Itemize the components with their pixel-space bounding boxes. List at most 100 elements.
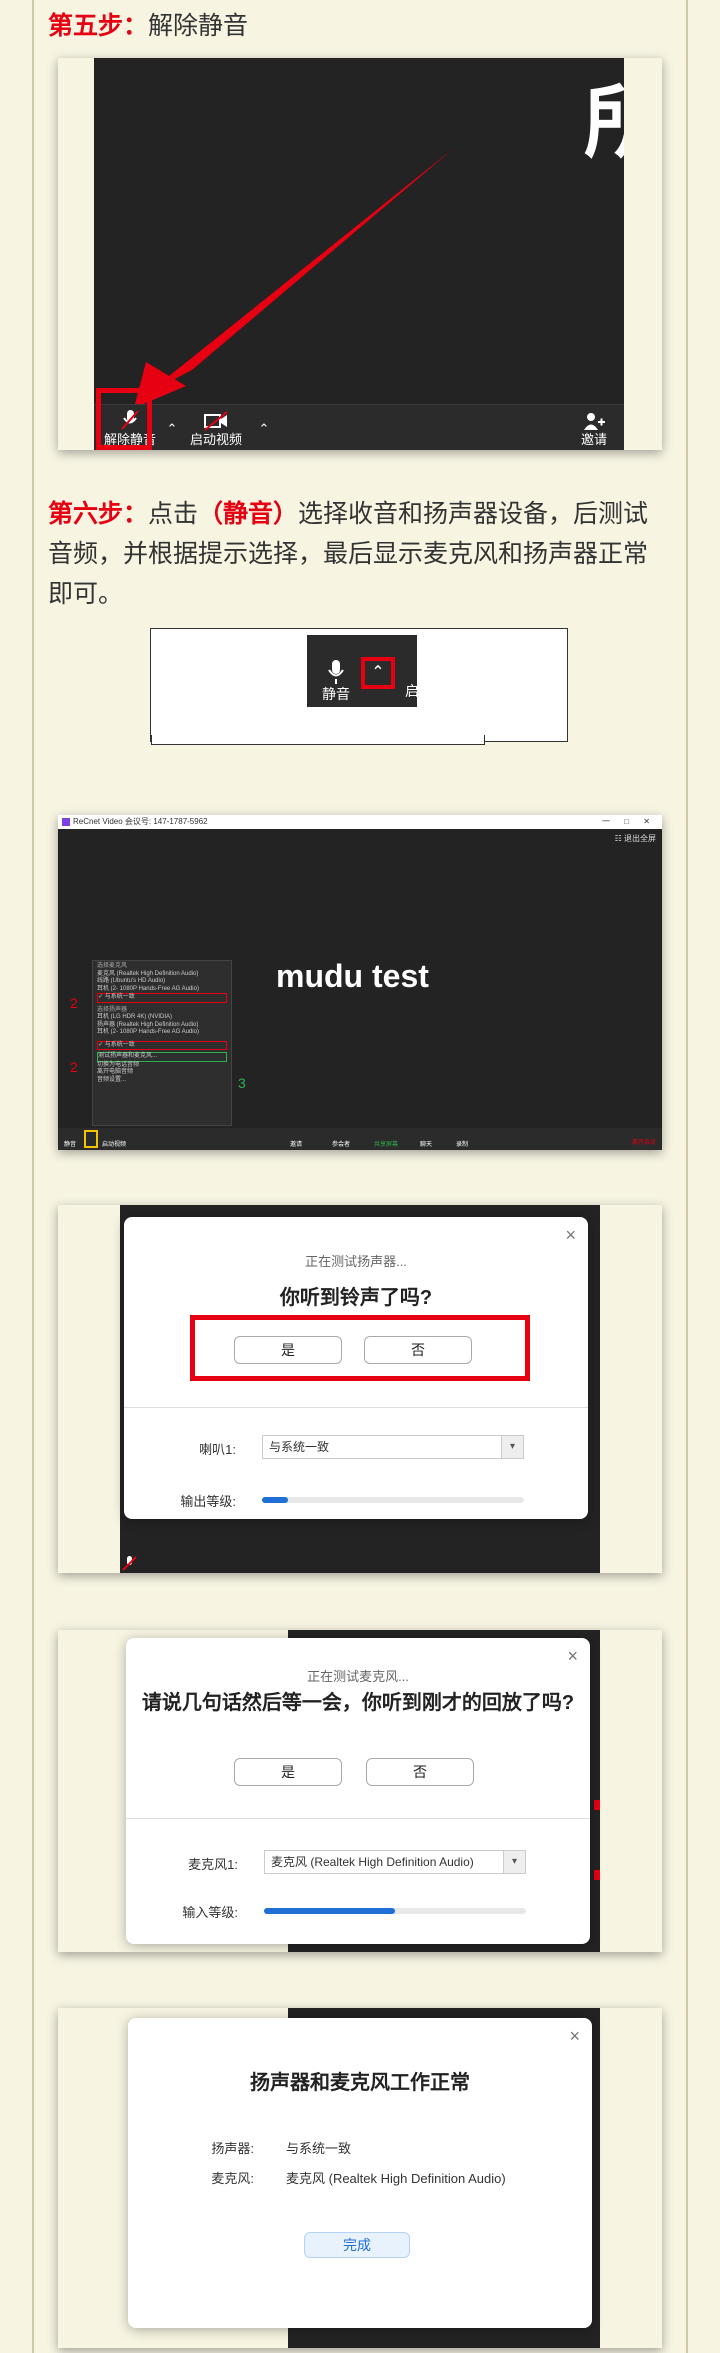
- start-video-button[interactable]: 启动视频: [180, 411, 252, 447]
- input-level-fill: [264, 1908, 395, 1914]
- step6-highlight: （静音）: [198, 500, 299, 528]
- chevron-up-icon: ⌃: [166, 421, 178, 436]
- audio-menu: 选择麦克风 麦克风 (Realtek High Definition Audio…: [92, 960, 232, 1126]
- step5-label: 第五步：: [48, 12, 149, 40]
- mic-select[interactable]: 麦克风 (Realtek High Definition Audio) ▾: [264, 1850, 526, 1874]
- menu-item[interactable]: 线路 (Ubuntu's HD Audio): [97, 978, 227, 986]
- result-mic-label: 麦克风:: [211, 2171, 254, 2186]
- mic-label: 麦克风1:: [188, 1857, 238, 1872]
- chevron-down-icon: ▾: [501, 1436, 523, 1458]
- input-level-label: 输入等级:: [182, 1905, 238, 1920]
- menu-shot-toolbar: 静音 启动视频 邀请 参会者 共享屏幕 聊天 录制 离开会议: [58, 1128, 662, 1150]
- invite-label: 邀请: [580, 432, 607, 447]
- menu-header-mic: 选择麦克风: [97, 963, 128, 969]
- mute-button[interactable]: 静音: [313, 659, 359, 701]
- toolbar-invite[interactable]: 邀请: [290, 1139, 302, 1148]
- toolbar-participants[interactable]: 参会者: [332, 1139, 350, 1148]
- mic-test-subtitle: 正在测试麦克风...: [307, 1669, 409, 1684]
- menu-item[interactable]: 音频设置...: [97, 1077, 227, 1085]
- toolbar-video[interactable]: 启动视频: [102, 1139, 126, 1148]
- video-options-caret[interactable]: ⌃: [256, 422, 272, 436]
- menu-item[interactable]: 耳机 (2- 1080P Hands-Free AG Audio): [97, 986, 227, 994]
- page-border-left: [32, 0, 34, 2353]
- yes-button[interactable]: 是: [234, 1758, 342, 1786]
- mute-crop-toolbar: 静音 ⌃ 启: [307, 635, 417, 707]
- meeting-name: mudu test: [276, 958, 429, 994]
- menu-item-test[interactable]: 测试扬声器和麦克风...: [97, 1052, 227, 1062]
- mic-muted-icon: [122, 1556, 137, 1571]
- mic-test-screenshot: × 正在测试麦克风... 请说几句话然后等一会，你听到刚才的回放了吗? 是 否 …: [58, 1630, 662, 1952]
- divider: [126, 1818, 590, 1819]
- speaker-select-value: 与系统一致: [269, 1440, 330, 1454]
- result-speaker-label: 扬声器:: [211, 2141, 254, 2156]
- result-speaker-value: 与系统一致: [286, 2141, 352, 2156]
- menu-item[interactable]: 切换为电话音频: [97, 1062, 227, 1070]
- no-button[interactable]: 否: [366, 1758, 474, 1786]
- exit-fullscreen[interactable]: ☷ 退出全屏: [615, 833, 656, 844]
- window-titlebar: ReCnet Video 会议号: 147-1787-5962 一 □ ✕: [58, 815, 662, 829]
- mic-select-value: 麦克风 (Realtek High Definition Audio): [271, 1855, 474, 1869]
- step5-heading: 第五步：解除静音: [48, 6, 670, 46]
- toolbar-mute[interactable]: 静音: [64, 1139, 76, 1148]
- result-screenshot: × 扬声器和麦克风工作正常 扬声器: 与系统一致 麦克风: 麦克风 (Realt…: [58, 2008, 662, 2348]
- result-mic-value: 麦克风 (Realtek High Definition Audio): [286, 2171, 506, 2186]
- input-level-meter: [264, 1908, 526, 1914]
- menu-item-selected[interactable]: ✓ 与系统一致: [97, 1040, 227, 1050]
- step5-screenshot: 所 解除静音 ⌃ 启动视频 ⌃ 邀请: [58, 58, 662, 450]
- toolbar-share[interactable]: 共享屏幕: [374, 1139, 398, 1148]
- red-marker: [594, 1870, 600, 1880]
- page-border-right: [686, 0, 688, 2353]
- speaker-test-screenshot: × 正在测试扬声器... 你听到铃声了吗? 是 否 喇叭1: 与系统一致 ▾ 输…: [58, 1205, 662, 1573]
- annotation-number: 2: [70, 1059, 78, 1075]
- menu-header-speaker: 选择扬声器: [97, 1006, 128, 1013]
- menu-item-selected[interactable]: ✓ 与系统一致: [97, 993, 227, 1003]
- close-icon[interactable]: ×: [565, 1225, 576, 1246]
- window-controls[interactable]: 一 □ ✕: [602, 815, 656, 829]
- audio-options-caret[interactable]: ⌃: [164, 422, 180, 436]
- zoom-toolbar: 解除静音 ⌃ 启动视频 ⌃ 邀请: [94, 404, 624, 450]
- invite-button[interactable]: 邀请: [574, 411, 614, 447]
- app-icon: [62, 817, 70, 826]
- menu-item[interactable]: 扬声器 (Realtek High Definition Audio): [97, 1022, 227, 1030]
- speaker-test-question: 你听到铃声了吗?: [279, 1287, 433, 1309]
- mute-crop-screenshot: 静音 ⌃ 启: [150, 628, 568, 745]
- side-label-fragment: 启: [405, 683, 417, 699]
- speaker-test-dialog: × 正在测试扬声器... 你听到铃声了吗? 是 否 喇叭1: 与系统一致 ▾ 输…: [124, 1217, 588, 1519]
- unmute-highlight-box: [96, 388, 152, 450]
- output-level-meter: [262, 1497, 524, 1503]
- audio-caret-highlight[interactable]: ⌃: [361, 657, 395, 689]
- answer-highlight-box: [190, 1315, 530, 1381]
- mic-icon: [328, 660, 344, 684]
- close-icon[interactable]: ×: [567, 1646, 578, 1667]
- menu-item[interactable]: 麦克风 (Realtek High Definition Audio): [97, 971, 227, 979]
- speaker-select[interactable]: 与系统一致 ▾: [262, 1435, 524, 1459]
- result-title: 扬声器和麦克风工作正常: [250, 2072, 470, 2094]
- toolbar-audio-caret[interactable]: [84, 1130, 98, 1148]
- chevron-up-icon: ⌃: [371, 664, 385, 681]
- menu-item[interactable]: 耳机 (2- 1080P Hands-Free AG Audio): [97, 1029, 227, 1037]
- menu-item[interactable]: 耳机 (LG HDR 4K) (NVIDIA): [97, 1014, 227, 1022]
- crop-frame-edge: [151, 735, 485, 745]
- zoom-window: 所 解除静音 ⌃ 启动视频 ⌃ 邀请: [94, 58, 624, 450]
- step6-text-before: 点击: [148, 500, 199, 528]
- menu-item[interactable]: 离开电脑音频: [97, 1069, 227, 1077]
- chevron-down-icon: ▾: [503, 1851, 525, 1873]
- close-icon[interactable]: ×: [569, 2026, 580, 2047]
- red-marker: [594, 1800, 600, 1810]
- add-user-icon: [584, 413, 605, 430]
- annotation-number: 2: [70, 995, 78, 1011]
- step5-text: 解除静音: [148, 12, 249, 40]
- red-arrow-annotation: [134, 148, 454, 408]
- toolbar-chat[interactable]: 聊天: [420, 1139, 432, 1148]
- annotation-number: 3: [238, 1075, 246, 1091]
- window-title: ReCnet Video 会议号: 147-1787-5962: [73, 817, 208, 826]
- mic-test-dialog: × 正在测试麦克风... 请说几句话然后等一会，你听到刚才的回放了吗? 是 否 …: [126, 1638, 590, 1944]
- video-off-icon: [204, 411, 228, 431]
- done-button[interactable]: 完成: [304, 2232, 410, 2258]
- output-level-fill: [262, 1497, 289, 1503]
- toolbar-leave[interactable]: 离开会议: [632, 1137, 656, 1146]
- step6-heading: 第六步：点击（静音）选择收音和扬声器设备，后测试音频，并根据提示选择，最后显示麦…: [48, 494, 670, 614]
- toolbar-record[interactable]: 录制: [456, 1139, 468, 1148]
- result-dialog: × 扬声器和麦克风工作正常 扬声器: 与系统一致 麦克风: 麦克风 (Realt…: [128, 2018, 592, 2328]
- mic-test-question: 请说几句话然后等一会，你听到刚才的回放了吗?: [141, 1692, 575, 1714]
